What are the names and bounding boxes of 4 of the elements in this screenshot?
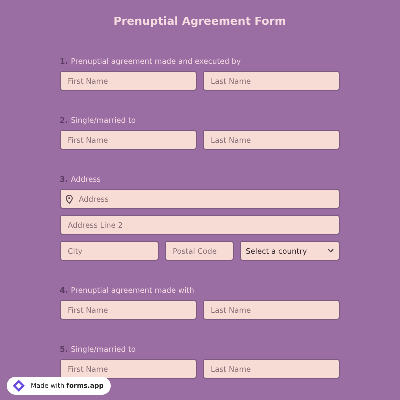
location-pin-icon [66,195,73,204]
logo-icon [12,379,26,393]
chevron-down-icon [328,249,334,253]
form-title: Prenuptial Agreement Form [112,15,288,28]
